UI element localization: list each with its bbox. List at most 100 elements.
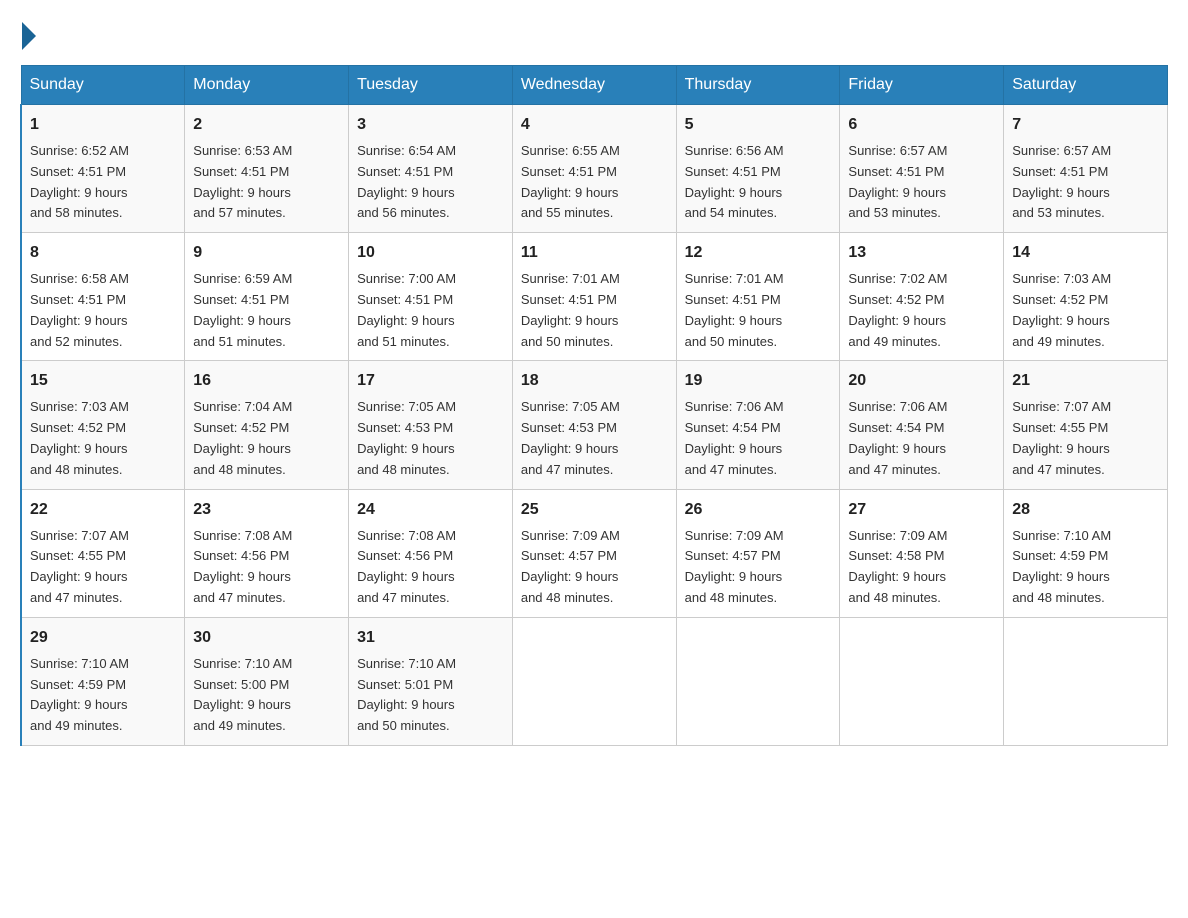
- day-info: Sunrise: 7:03 AM Sunset: 4:52 PM Dayligh…: [30, 397, 176, 480]
- calendar-cell: 4 Sunrise: 6:55 AM Sunset: 4:51 PM Dayli…: [512, 105, 676, 233]
- day-number: 27: [848, 498, 995, 522]
- day-info: Sunrise: 6:52 AM Sunset: 4:51 PM Dayligh…: [30, 141, 176, 224]
- day-number: 12: [685, 241, 832, 265]
- day-info: Sunrise: 7:10 AM Sunset: 4:59 PM Dayligh…: [1012, 526, 1159, 609]
- day-number: 3: [357, 113, 504, 137]
- day-info: Sunrise: 7:08 AM Sunset: 4:56 PM Dayligh…: [357, 526, 504, 609]
- calendar-cell: 15 Sunrise: 7:03 AM Sunset: 4:52 PM Dayl…: [21, 361, 185, 489]
- day-info: Sunrise: 6:57 AM Sunset: 4:51 PM Dayligh…: [1012, 141, 1159, 224]
- day-info: Sunrise: 7:01 AM Sunset: 4:51 PM Dayligh…: [521, 269, 668, 352]
- day-number: 22: [30, 498, 176, 522]
- page-header: [20, 20, 1168, 45]
- day-info: Sunrise: 7:07 AM Sunset: 4:55 PM Dayligh…: [30, 526, 176, 609]
- calendar-cell: 8 Sunrise: 6:58 AM Sunset: 4:51 PM Dayli…: [21, 233, 185, 361]
- calendar-cell: 18 Sunrise: 7:05 AM Sunset: 4:53 PM Dayl…: [512, 361, 676, 489]
- header-friday: Friday: [840, 66, 1004, 105]
- calendar-cell: 31 Sunrise: 7:10 AM Sunset: 5:01 PM Dayl…: [349, 617, 513, 745]
- day-number: 30: [193, 626, 340, 650]
- logo: [20, 20, 36, 45]
- day-number: 19: [685, 369, 832, 393]
- calendar-cell: 26 Sunrise: 7:09 AM Sunset: 4:57 PM Dayl…: [676, 489, 840, 617]
- calendar-week-row: 8 Sunrise: 6:58 AM Sunset: 4:51 PM Dayli…: [21, 233, 1168, 361]
- day-number: 23: [193, 498, 340, 522]
- calendar-cell: 28 Sunrise: 7:10 AM Sunset: 4:59 PM Dayl…: [1004, 489, 1168, 617]
- calendar-week-row: 22 Sunrise: 7:07 AM Sunset: 4:55 PM Dayl…: [21, 489, 1168, 617]
- day-info: Sunrise: 7:10 AM Sunset: 5:00 PM Dayligh…: [193, 654, 340, 737]
- day-info: Sunrise: 6:58 AM Sunset: 4:51 PM Dayligh…: [30, 269, 176, 352]
- day-number: 11: [521, 241, 668, 265]
- calendar-cell: 9 Sunrise: 6:59 AM Sunset: 4:51 PM Dayli…: [185, 233, 349, 361]
- day-number: 2: [193, 113, 340, 137]
- calendar-cell: [512, 617, 676, 745]
- header-tuesday: Tuesday: [349, 66, 513, 105]
- day-number: 26: [685, 498, 832, 522]
- day-info: Sunrise: 7:05 AM Sunset: 4:53 PM Dayligh…: [521, 397, 668, 480]
- calendar-cell: 12 Sunrise: 7:01 AM Sunset: 4:51 PM Dayl…: [676, 233, 840, 361]
- day-number: 8: [30, 241, 176, 265]
- day-info: Sunrise: 7:04 AM Sunset: 4:52 PM Dayligh…: [193, 397, 340, 480]
- calendar-week-row: 15 Sunrise: 7:03 AM Sunset: 4:52 PM Dayl…: [21, 361, 1168, 489]
- day-info: Sunrise: 7:09 AM Sunset: 4:58 PM Dayligh…: [848, 526, 995, 609]
- day-info: Sunrise: 6:59 AM Sunset: 4:51 PM Dayligh…: [193, 269, 340, 352]
- logo-arrow-icon: [22, 22, 36, 50]
- day-number: 6: [848, 113, 995, 137]
- day-number: 24: [357, 498, 504, 522]
- header-saturday: Saturday: [1004, 66, 1168, 105]
- header-thursday: Thursday: [676, 66, 840, 105]
- day-info: Sunrise: 7:00 AM Sunset: 4:51 PM Dayligh…: [357, 269, 504, 352]
- day-number: 5: [685, 113, 832, 137]
- day-info: Sunrise: 7:06 AM Sunset: 4:54 PM Dayligh…: [848, 397, 995, 480]
- day-number: 1: [30, 113, 176, 137]
- day-info: Sunrise: 7:10 AM Sunset: 5:01 PM Dayligh…: [357, 654, 504, 737]
- day-info: Sunrise: 7:07 AM Sunset: 4:55 PM Dayligh…: [1012, 397, 1159, 480]
- day-number: 13: [848, 241, 995, 265]
- calendar-cell: [840, 617, 1004, 745]
- header-wednesday: Wednesday: [512, 66, 676, 105]
- day-info: Sunrise: 7:05 AM Sunset: 4:53 PM Dayligh…: [357, 397, 504, 480]
- calendar-cell: 2 Sunrise: 6:53 AM Sunset: 4:51 PM Dayli…: [185, 105, 349, 233]
- calendar-cell: 17 Sunrise: 7:05 AM Sunset: 4:53 PM Dayl…: [349, 361, 513, 489]
- calendar-cell: [676, 617, 840, 745]
- calendar-header-row: Sunday Monday Tuesday Wednesday Thursday…: [21, 66, 1168, 105]
- day-number: 7: [1012, 113, 1159, 137]
- day-info: Sunrise: 6:54 AM Sunset: 4:51 PM Dayligh…: [357, 141, 504, 224]
- day-info: Sunrise: 7:03 AM Sunset: 4:52 PM Dayligh…: [1012, 269, 1159, 352]
- calendar-table: Sunday Monday Tuesday Wednesday Thursday…: [20, 65, 1168, 746]
- day-number: 28: [1012, 498, 1159, 522]
- calendar-cell: 29 Sunrise: 7:10 AM Sunset: 4:59 PM Dayl…: [21, 617, 185, 745]
- calendar-cell: 14 Sunrise: 7:03 AM Sunset: 4:52 PM Dayl…: [1004, 233, 1168, 361]
- calendar-cell: 24 Sunrise: 7:08 AM Sunset: 4:56 PM Dayl…: [349, 489, 513, 617]
- header-monday: Monday: [185, 66, 349, 105]
- day-number: 18: [521, 369, 668, 393]
- day-number: 9: [193, 241, 340, 265]
- calendar-cell: 27 Sunrise: 7:09 AM Sunset: 4:58 PM Dayl…: [840, 489, 1004, 617]
- calendar-cell: 3 Sunrise: 6:54 AM Sunset: 4:51 PM Dayli…: [349, 105, 513, 233]
- day-number: 25: [521, 498, 668, 522]
- day-info: Sunrise: 7:09 AM Sunset: 4:57 PM Dayligh…: [685, 526, 832, 609]
- day-info: Sunrise: 6:55 AM Sunset: 4:51 PM Dayligh…: [521, 141, 668, 224]
- calendar-cell: 5 Sunrise: 6:56 AM Sunset: 4:51 PM Dayli…: [676, 105, 840, 233]
- header-sunday: Sunday: [21, 66, 185, 105]
- day-number: 15: [30, 369, 176, 393]
- calendar-week-row: 29 Sunrise: 7:10 AM Sunset: 4:59 PM Dayl…: [21, 617, 1168, 745]
- day-info: Sunrise: 6:53 AM Sunset: 4:51 PM Dayligh…: [193, 141, 340, 224]
- calendar-cell: 20 Sunrise: 7:06 AM Sunset: 4:54 PM Dayl…: [840, 361, 1004, 489]
- day-info: Sunrise: 7:02 AM Sunset: 4:52 PM Dayligh…: [848, 269, 995, 352]
- calendar-cell: 25 Sunrise: 7:09 AM Sunset: 4:57 PM Dayl…: [512, 489, 676, 617]
- calendar-week-row: 1 Sunrise: 6:52 AM Sunset: 4:51 PM Dayli…: [21, 105, 1168, 233]
- day-number: 14: [1012, 241, 1159, 265]
- day-info: Sunrise: 7:01 AM Sunset: 4:51 PM Dayligh…: [685, 269, 832, 352]
- calendar-cell: 22 Sunrise: 7:07 AM Sunset: 4:55 PM Dayl…: [21, 489, 185, 617]
- day-info: Sunrise: 7:08 AM Sunset: 4:56 PM Dayligh…: [193, 526, 340, 609]
- day-number: 10: [357, 241, 504, 265]
- calendar-cell: 21 Sunrise: 7:07 AM Sunset: 4:55 PM Dayl…: [1004, 361, 1168, 489]
- day-number: 20: [848, 369, 995, 393]
- day-number: 29: [30, 626, 176, 650]
- calendar-cell: 6 Sunrise: 6:57 AM Sunset: 4:51 PM Dayli…: [840, 105, 1004, 233]
- day-info: Sunrise: 6:57 AM Sunset: 4:51 PM Dayligh…: [848, 141, 995, 224]
- day-info: Sunrise: 7:10 AM Sunset: 4:59 PM Dayligh…: [30, 654, 176, 737]
- calendar-cell: 1 Sunrise: 6:52 AM Sunset: 4:51 PM Dayli…: [21, 105, 185, 233]
- day-number: 17: [357, 369, 504, 393]
- day-number: 16: [193, 369, 340, 393]
- day-number: 21: [1012, 369, 1159, 393]
